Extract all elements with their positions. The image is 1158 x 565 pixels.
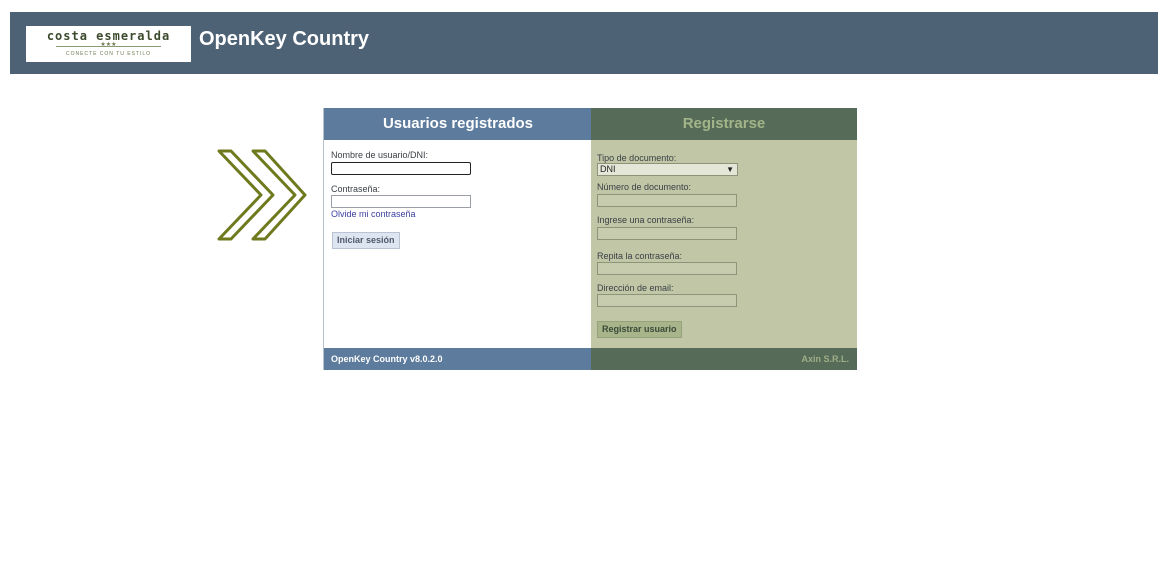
register-panel: Registrarse Tipo de documento: DNI ▼ Núm…	[591, 108, 857, 370]
email-label: Dirección de email:	[597, 283, 674, 293]
version-text: OpenKey Country v8.0.2.0	[331, 354, 443, 364]
brand-logo: costa esmeralda ★★★ CONECTE CON TU ESTIL…	[26, 26, 191, 62]
username-input[interactable]	[331, 162, 471, 175]
login-heading: Usuarios registrados	[324, 108, 592, 140]
logo-slogan: CONECTE CON TU ESTILO	[65, 51, 152, 57]
doc-type-select[interactable]: DNI ▼	[597, 163, 738, 176]
email-input[interactable]	[597, 294, 737, 307]
password-input[interactable]	[331, 195, 471, 208]
password-label: Contraseña:	[331, 184, 381, 194]
logo-stars: ★★★	[100, 42, 117, 48]
repeat-password-input[interactable]	[597, 262, 737, 275]
login-footer: OpenKey Country v8.0.2.0	[324, 348, 592, 370]
doc-number-label: Número de documento:	[597, 182, 692, 192]
login-panel: Usuarios registrados Nombre de usuario/D…	[323, 108, 592, 370]
doc-type-value: DNI	[600, 164, 616, 174]
top-header-bar: costa esmeralda ★★★ CONECTE CON TU ESTIL…	[10, 12, 1158, 74]
doc-type-label: Tipo de documento:	[597, 153, 677, 163]
register-footer: Axin S.R.L.	[591, 348, 857, 370]
login-button[interactable]: Iniciar sesión	[332, 232, 400, 249]
username-label: Nombre de usuario/DNI:	[331, 150, 429, 160]
company-text: Axin S.R.L.	[801, 354, 849, 364]
double-chevron-right-icon	[217, 149, 307, 241]
register-button[interactable]: Registrar usuario	[597, 321, 682, 338]
new-password-input[interactable]	[597, 227, 737, 240]
repeat-password-label: Repita la contraseña:	[597, 251, 683, 261]
chevron-down-icon: ▼	[726, 165, 734, 174]
register-heading: Registrarse	[591, 108, 857, 140]
app-title: OpenKey Country	[199, 28, 370, 50]
new-password-label: Ingrese una contraseña:	[597, 215, 695, 225]
forgot-password-link[interactable]: Olvide mi contraseña	[331, 209, 416, 219]
doc-number-input[interactable]	[597, 194, 737, 207]
